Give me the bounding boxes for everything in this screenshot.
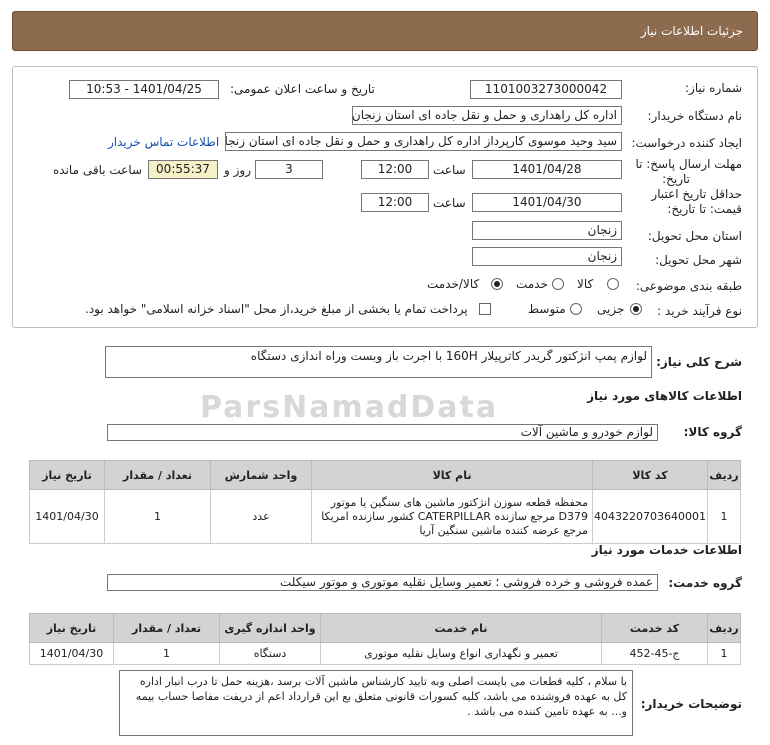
treasury-note: پرداخت تمام یا بخشی از مبلغ خرید،از محل … — [85, 302, 468, 316]
goods-col-name: نام کالا — [311, 460, 594, 490]
process-option-medium: متوسط — [528, 302, 566, 316]
process-radio-medium[interactable] — [570, 303, 582, 315]
process-option-minor: جزیی — [597, 302, 625, 316]
need-number-label: شماره نیاز: — [685, 81, 742, 95]
buyer-contact-link[interactable]: اطلاعات تماس خریدار — [108, 135, 219, 149]
need-number-field[interactable]: 1101003273000042 — [470, 80, 622, 99]
province-field[interactable]: زنجان — [472, 221, 622, 240]
treasury-checkbox[interactable] — [479, 303, 491, 315]
goods-cell-unit: عدد — [210, 489, 313, 544]
goods-table-header: ردیف کد کالا نام کالا واحد شمارش تعداد /… — [28, 460, 741, 490]
days-label: روز و — [224, 163, 251, 177]
goods-cell-name: محفظه قطعه سوزن انژکتور ماشین های سنگین … — [311, 489, 594, 544]
goods-col-code: کد کالا — [592, 460, 708, 490]
city-label: شهر محل تحویل: — [655, 253, 742, 267]
services-cell-qty: 1 — [113, 642, 220, 665]
table-row[interactable]: 1 4043220703640001 محفظه قطعه سوزن انژکت… — [28, 489, 741, 544]
category-option-service: خدمت — [516, 277, 548, 291]
announce-label: تاریخ و ساعت اعلان عمومی: — [230, 82, 375, 96]
deadline-label-2: تاریخ: — [662, 172, 690, 186]
province-label: استان محل تحویل: — [647, 229, 742, 243]
buyer-notes-label: توضیحات خریدار: — [640, 697, 742, 711]
validity-label-2: قیمت: تا تاریخ: — [667, 202, 742, 216]
buyer-label: نام دستگاه خریدار: — [647, 109, 743, 123]
summary-field[interactable]: لوازم پمپ انژکتور گریدر کاترپیلار 160H ب… — [105, 346, 652, 378]
services-col-qty: تعداد / مقدار — [113, 613, 220, 643]
remaining-time-field[interactable]: 00:55:37 — [148, 160, 218, 179]
process-label: نوع فرآیند خرید : — [657, 304, 742, 318]
buyer-notes-field[interactable]: با سلام ، کلیه قطعات می بایست اصلی وبه ت… — [119, 670, 633, 736]
goods-col-unit: واحد شمارش — [210, 460, 313, 490]
goods-cell-date: 1401/04/30 — [28, 489, 106, 544]
validity-label-1: حداقل تاریخ اعتبار — [651, 187, 742, 201]
buyer-field[interactable]: اداره کل راهداری و حمل و نقل جاده ای است… — [352, 106, 622, 125]
services-table-header: ردیف کد خدمت نام خدمت واحد اندازه گیری ت… — [29, 613, 741, 643]
category-radio-service[interactable] — [552, 278, 564, 290]
table-row[interactable]: 1 ج-45-452 تعمیر و نگهداری انواع وسایل ن… — [29, 642, 741, 665]
services-group-label: گروه خدمت: — [668, 576, 742, 590]
page-header: جزئیات اطلاعات نیاز — [12, 11, 758, 51]
services-col-date: تاریخ نیاز — [29, 613, 114, 643]
services-table: ردیف کد خدمت نام خدمت واحد اندازه گیری ت… — [29, 613, 741, 665]
goods-cell-qty: 1 — [104, 489, 212, 544]
days-remaining-field[interactable]: 3 — [255, 160, 323, 179]
services-cell-date: 1401/04/30 — [29, 642, 114, 665]
page-title: جزئیات اطلاعات نیاز — [640, 24, 743, 38]
category-label: طبقه بندی موضوعی: — [635, 279, 742, 293]
deadline-time-field[interactable]: 12:00 — [361, 160, 429, 179]
services-section-title: اطلاعات خدمات مورد نیاز — [591, 543, 742, 557]
services-cell-name: تعمیر و نگهداری انواع وسایل نقلیه موتوری — [320, 642, 602, 665]
goods-col-qty: تعداد / مقدار — [104, 460, 212, 490]
services-col-unit: واحد اندازه گیری — [219, 613, 321, 643]
goods-cell-row: 1 — [707, 489, 741, 544]
goods-group-field[interactable]: لوازم خودرو و ماشین آلات — [107, 424, 658, 441]
validity-date-field[interactable]: 1401/04/30 — [472, 193, 622, 212]
category-radio-goods-service[interactable] — [491, 278, 503, 290]
goods-cell-code: 4043220703640001 — [592, 489, 708, 544]
deadline-time-label: ساعت — [433, 163, 466, 177]
creator-label: ایجاد کننده درخواست: — [631, 136, 742, 150]
goods-section-title: اطلاعات کالاهای مورد نیاز — [587, 389, 742, 403]
category-option-goods: کالا — [577, 277, 594, 291]
goods-col-row: ردیف — [707, 460, 741, 490]
deadline-date-field[interactable]: 1401/04/28 — [472, 160, 622, 179]
services-group-field[interactable]: عمده فروشی و خرده فروشی ؛ تعمیر وسایل نق… — [107, 574, 658, 591]
services-col-name: نام خدمت — [320, 613, 602, 643]
watermark-text: ParsNamadData — [200, 390, 499, 425]
city-field[interactable]: زنجان — [472, 247, 622, 266]
deadline-label-1: مهلت ارسال پاسخ: تا — [635, 157, 742, 171]
services-cell-row: 1 — [707, 642, 741, 665]
services-col-code: کد خدمت — [601, 613, 708, 643]
announce-field[interactable]: 1401/04/25 - 10:53 — [69, 80, 219, 99]
goods-col-date: تاریخ نیاز — [28, 460, 106, 490]
services-col-row: ردیف — [707, 613, 741, 643]
process-radio-minor[interactable] — [630, 303, 642, 315]
remaining-time-label: ساعت باقی مانده — [53, 163, 143, 177]
validity-time-field[interactable]: 12:00 — [361, 193, 429, 212]
goods-group-label: گروه کالا: — [683, 425, 742, 439]
summary-label: شرح کلی نیاز: — [656, 355, 742, 369]
category-option-goods-service: کالا/خدمت — [427, 277, 480, 291]
goods-table: ردیف کد کالا نام کالا واحد شمارش تعداد /… — [28, 460, 741, 544]
category-radio-goods[interactable] — [607, 278, 619, 290]
creator-field[interactable]: سید وحید موسوی کارپرداز اداره کل راهداری… — [225, 132, 622, 151]
services-cell-unit: دستگاه — [219, 642, 321, 665]
services-cell-code: ج-45-452 — [601, 642, 708, 665]
validity-time-label: ساعت — [433, 196, 466, 210]
